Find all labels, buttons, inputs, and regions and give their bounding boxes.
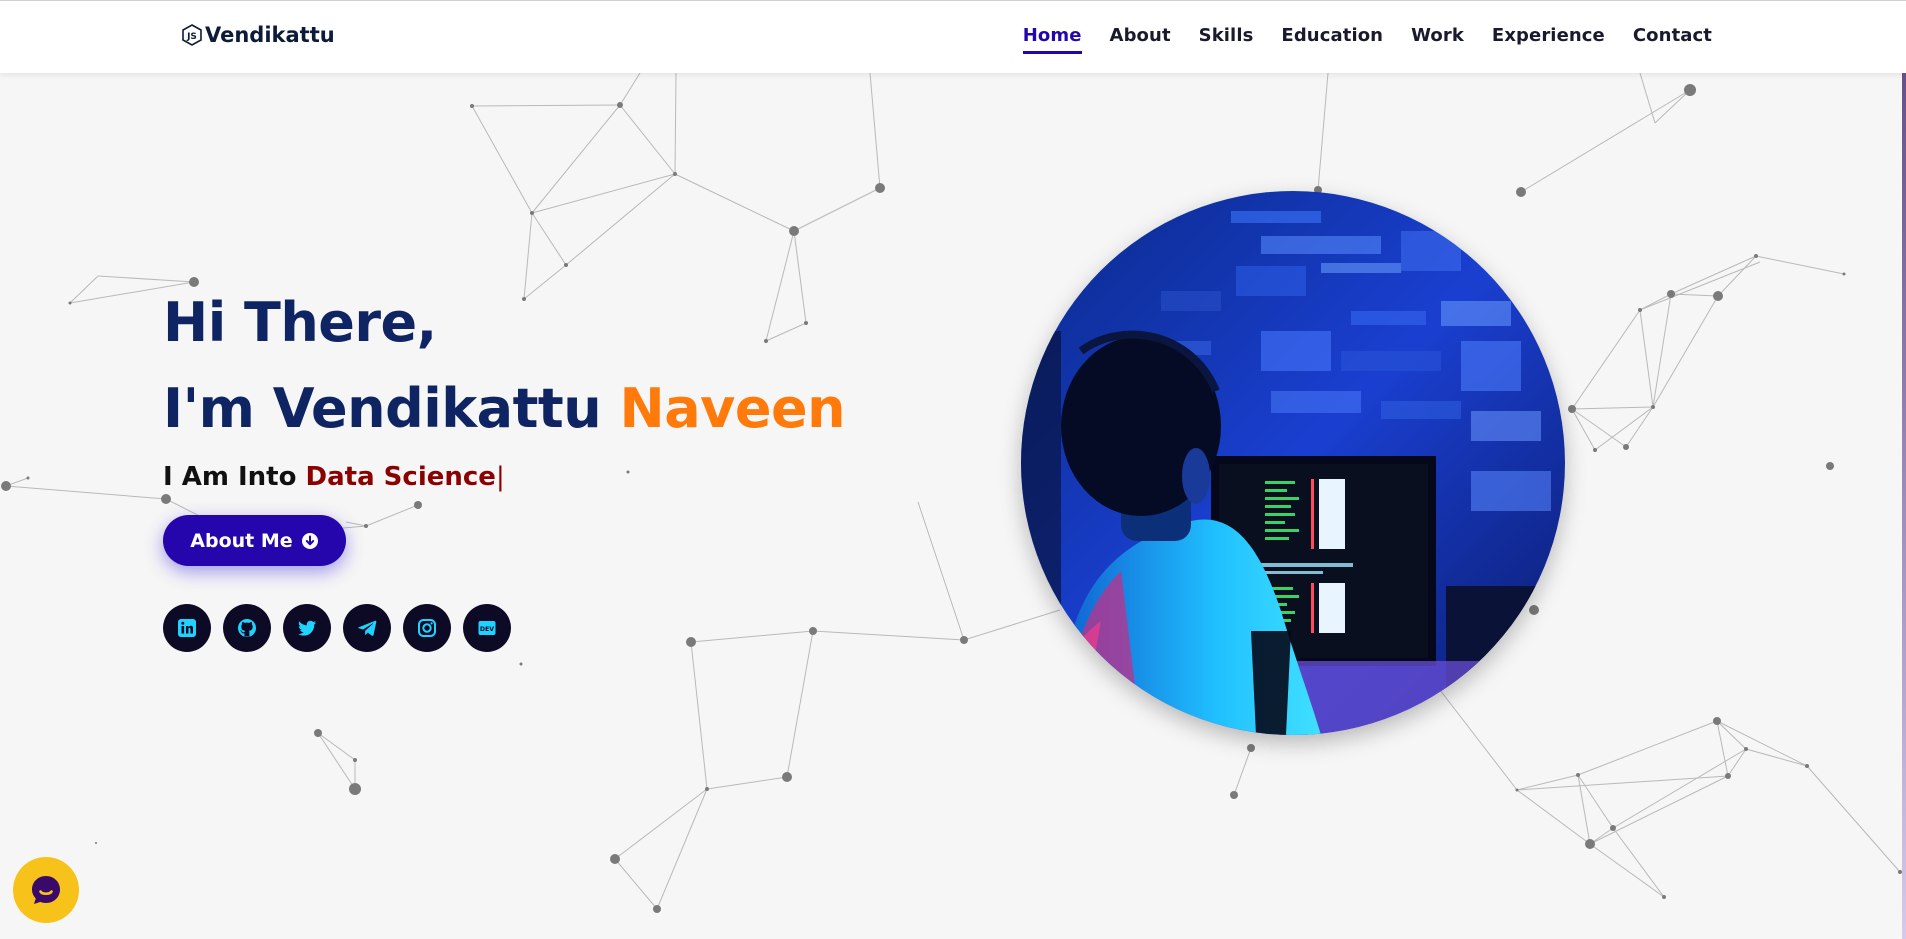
hero-intro-name: I'm Vendikattu: [163, 377, 602, 440]
typed-prefix: I Am Into: [163, 462, 297, 492]
brand-name: Vendikattu: [205, 23, 335, 47]
nav-link-skills[interactable]: Skills: [1199, 25, 1254, 54]
developer-at-computer-image: [1021, 191, 1565, 735]
nav-link-work[interactable]: Work: [1411, 25, 1464, 54]
hero-intro: I'm Vendikattu Naveen: [163, 366, 846, 452]
twitter-icon: [298, 620, 316, 636]
nav-link-education[interactable]: Education: [1281, 25, 1383, 54]
chat-bubble-icon: [32, 876, 60, 904]
nav-link-about[interactable]: About: [1110, 25, 1171, 54]
dev-link[interactable]: DEV: [463, 604, 511, 652]
hero-intro-accent: Naveen: [619, 377, 846, 440]
navbar: JS Vendikattu Home About Skills Educatio…: [0, 0, 1906, 73]
brand-logo-link[interactable]: JS Vendikattu: [180, 23, 335, 47]
twitter-link[interactable]: [283, 604, 331, 652]
telegram-link[interactable]: [343, 604, 391, 652]
typed-tagline: I Am Into Data Science|: [163, 462, 845, 492]
scrollbar[interactable]: [1902, 73, 1906, 939]
about-me-label: About Me: [190, 529, 293, 552]
hero-image: [1021, 191, 1565, 735]
about-me-button[interactable]: About Me: [163, 515, 346, 566]
arrow-down-circle-icon: [301, 532, 318, 549]
github-icon: [238, 619, 256, 637]
nav-menu: Home About Skills Education Work Experie…: [1022, 25, 1712, 54]
dev-icon-text: DEV: [480, 626, 494, 633]
social-links: DEV: [163, 604, 511, 652]
typed-cursor: |: [495, 462, 505, 492]
instagram-link[interactable]: [403, 604, 451, 652]
svg-text:JS: JS: [186, 32, 197, 42]
hero-greeting: Hi There,: [163, 291, 437, 354]
github-link[interactable]: [223, 604, 271, 652]
hero-text: Hi There, I'm Vendikattu Naveen I Am Int…: [163, 280, 846, 492]
linkedin-icon: [178, 619, 196, 637]
chat-widget-button[interactable]: [13, 857, 79, 923]
telegram-icon: [358, 620, 377, 636]
nav-link-home[interactable]: Home: [1022, 25, 1082, 54]
dev-icon: DEV: [478, 621, 496, 635]
instagram-icon: [418, 619, 436, 637]
nav-link-contact[interactable]: Contact: [1633, 25, 1712, 54]
typed-word: Data Science: [305, 462, 496, 492]
nav-link-experience[interactable]: Experience: [1492, 25, 1605, 54]
js-hexagon-icon: JS: [182, 24, 202, 46]
linkedin-link[interactable]: [163, 604, 211, 652]
